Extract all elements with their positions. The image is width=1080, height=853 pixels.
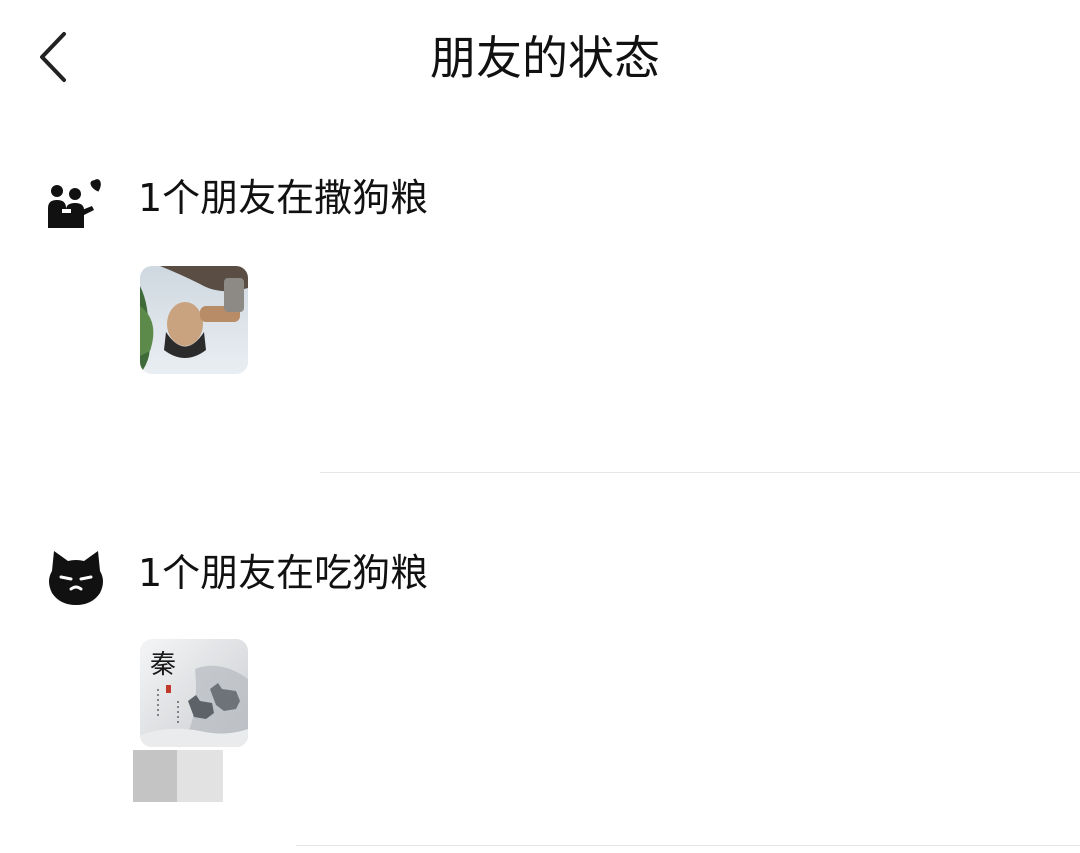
avatar-calligraphy: 秦 xyxy=(150,650,176,680)
section-divider xyxy=(296,845,1080,846)
friend-avatar[interactable]: 秦 xyxy=(140,639,248,747)
page-title: 朋友的状态 xyxy=(430,31,660,85)
section-divider xyxy=(320,472,1080,473)
couple-heart-icon xyxy=(48,179,101,228)
section-header: 1个朋友在撒狗粮 xyxy=(0,160,1080,240)
section-title: 1个朋友在撒狗粮 xyxy=(138,176,429,220)
friend-avatar-wolf-painting: 秦 xyxy=(140,639,248,747)
friends-status-page: 朋友的状态 1个朋友在撒狗粮 1个朋友在吃狗粮 秦 xyxy=(0,0,1080,853)
cat-face-icon xyxy=(49,551,103,605)
friend-avatar[interactable] xyxy=(140,266,248,374)
friend-avatar-photo xyxy=(140,266,248,374)
friend-name-redacted xyxy=(133,750,223,802)
section-header: 1个朋友在吃狗粮 xyxy=(0,535,1080,615)
section-title: 1个朋友在吃狗粮 xyxy=(138,551,429,595)
